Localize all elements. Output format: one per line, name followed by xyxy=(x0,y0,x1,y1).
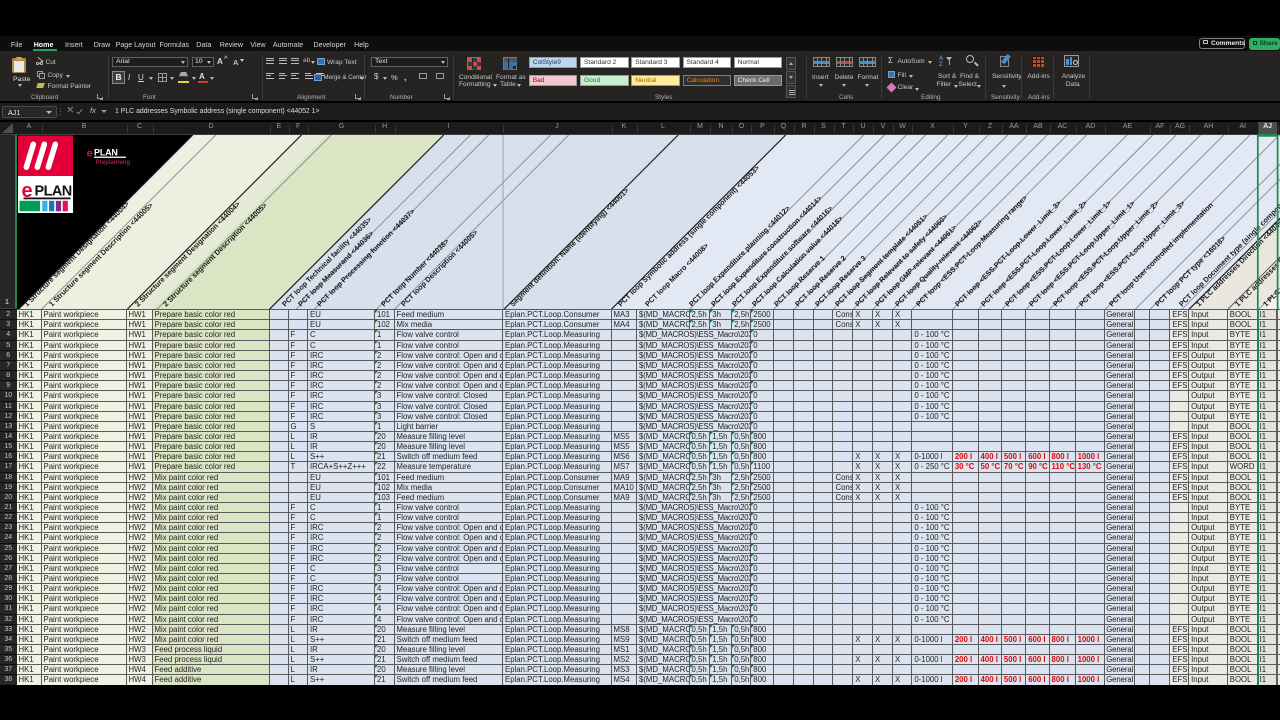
svg-text:e: e xyxy=(87,147,93,159)
svg-text:PLAN: PLAN xyxy=(35,183,72,199)
svg-text:PLAN: PLAN xyxy=(94,147,118,157)
svg-text:Preplanning: Preplanning xyxy=(96,160,131,166)
